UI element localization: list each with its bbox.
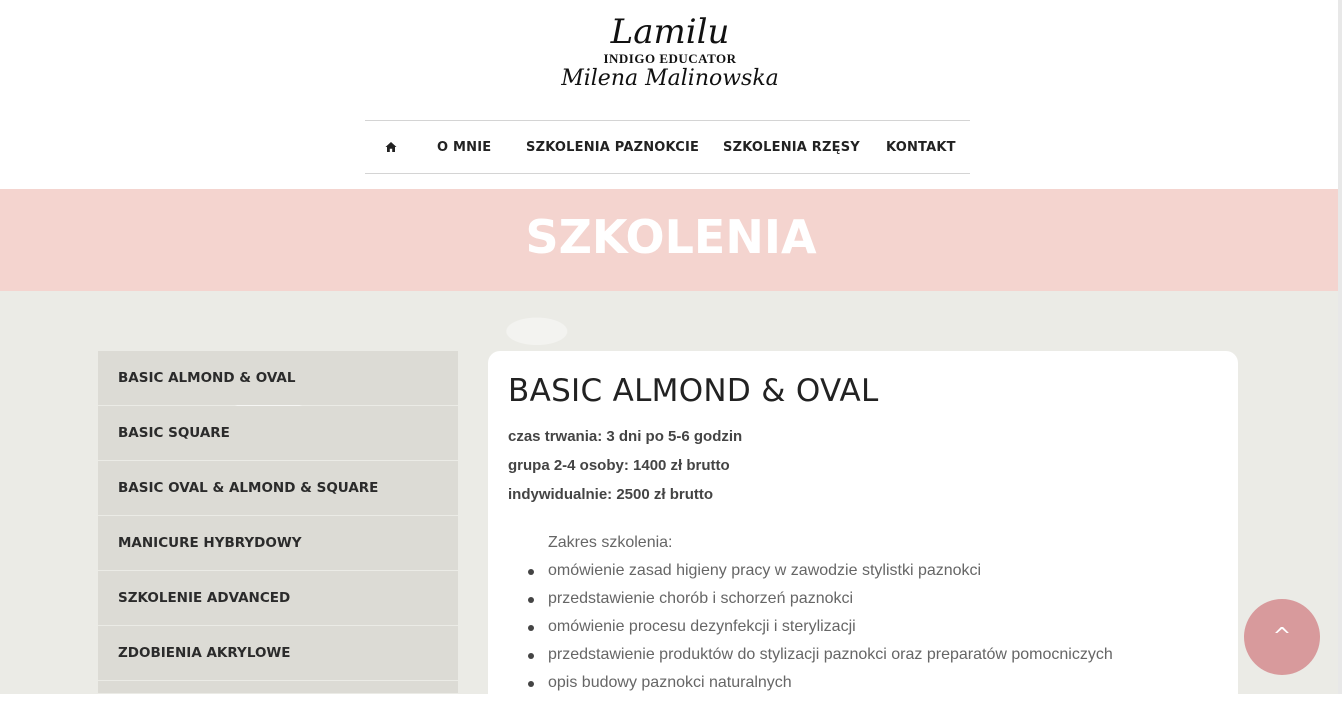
sidebar-item-basic-square[interactable]: BASIC SQUARE — [98, 406, 458, 460]
scroll-to-top-button[interactable]: ^ — [1244, 599, 1320, 675]
sidebar-item-basic-almond-oval[interactable]: BASIC ALMOND & OVAL — [98, 351, 458, 405]
page-title: SZKOLENIA — [525, 210, 817, 264]
nav-kontakt[interactable]: KONTAKT — [886, 121, 956, 174]
main-nav: O MNIE SZKOLENIA PAZNOKCIE SZKOLENIA RZĘ… — [365, 120, 970, 174]
course-group-price: grupa 2-4 osoby: 1400 zł brutto — [508, 457, 730, 474]
nav-szkolenia-paznokcie[interactable]: SZKOLENIA PAZNOKCIE — [526, 121, 699, 174]
nav-o-mnie[interactable]: O MNIE — [437, 121, 491, 174]
sidebar-item-basic-oval-almond-square[interactable]: BASIC OVAL & ALMOND & SQUARE — [98, 461, 458, 515]
site-header: Lamilu INDIGO EDUCATOR Milena Malinowska… — [0, 0, 1342, 189]
scrollbar[interactable] — [1338, 0, 1342, 694]
list-item: opis budowy paznokci naturalnych — [528, 671, 1113, 699]
page-banner: SZKOLENIA — [0, 189, 1342, 291]
logo-owner-name: Milena Malinowska — [561, 66, 779, 91]
logo-subtitle: INDIGO EDUCATOR — [603, 51, 737, 66]
course-title: BASIC ALMOND & OVAL — [508, 373, 879, 409]
list-item: omówienie procesu dezynfekcji i steryliz… — [528, 615, 1113, 643]
home-icon — [385, 142, 397, 152]
list-item: przedstawienie chorób i schorzeń paznokc… — [528, 587, 1113, 615]
course-duration: czas trwania: 3 dni po 5-6 godzin — [508, 428, 743, 445]
list-item: przedstawienie produktów do stylizacji p… — [528, 643, 1113, 671]
list-item: omówienie zasad higieny pracy w zawodzie… — [528, 559, 1113, 587]
sidebar-item-zdobienia-akrylowe[interactable]: ZDOBIENIA AKRYLOWE — [98, 626, 458, 680]
course-sidebar: BASIC ALMOND & OVAL BASIC SQUARE BASIC O… — [98, 351, 458, 694]
logo-brand: Lamilu — [610, 12, 730, 52]
course-details-card: BASIC ALMOND & OVAL czas trwania: 3 dni … — [488, 351, 1238, 711]
logo[interactable]: Lamilu INDIGO EDUCATOR Milena Malinowska — [560, 12, 780, 104]
nav-home[interactable] — [365, 121, 415, 174]
scope-list: omówienie zasad higieny pracy w zawodzie… — [528, 559, 1113, 699]
sidebar-item-szkolenie-advanced[interactable]: SZKOLENIE ADVANCED — [98, 571, 458, 625]
sidebar-item-next[interactable] — [98, 681, 458, 693]
course-individual-price: indywidualnie: 2500 zł brutto — [508, 486, 714, 503]
scope-label: Zakres szkolenia: — [548, 534, 673, 551]
sidebar-item-manicure-hybrydowy[interactable]: MANICURE HYBRYDOWY — [98, 516, 458, 570]
nav-szkolenia-rzesy[interactable]: SZKOLENIA RZĘSY — [723, 121, 860, 174]
